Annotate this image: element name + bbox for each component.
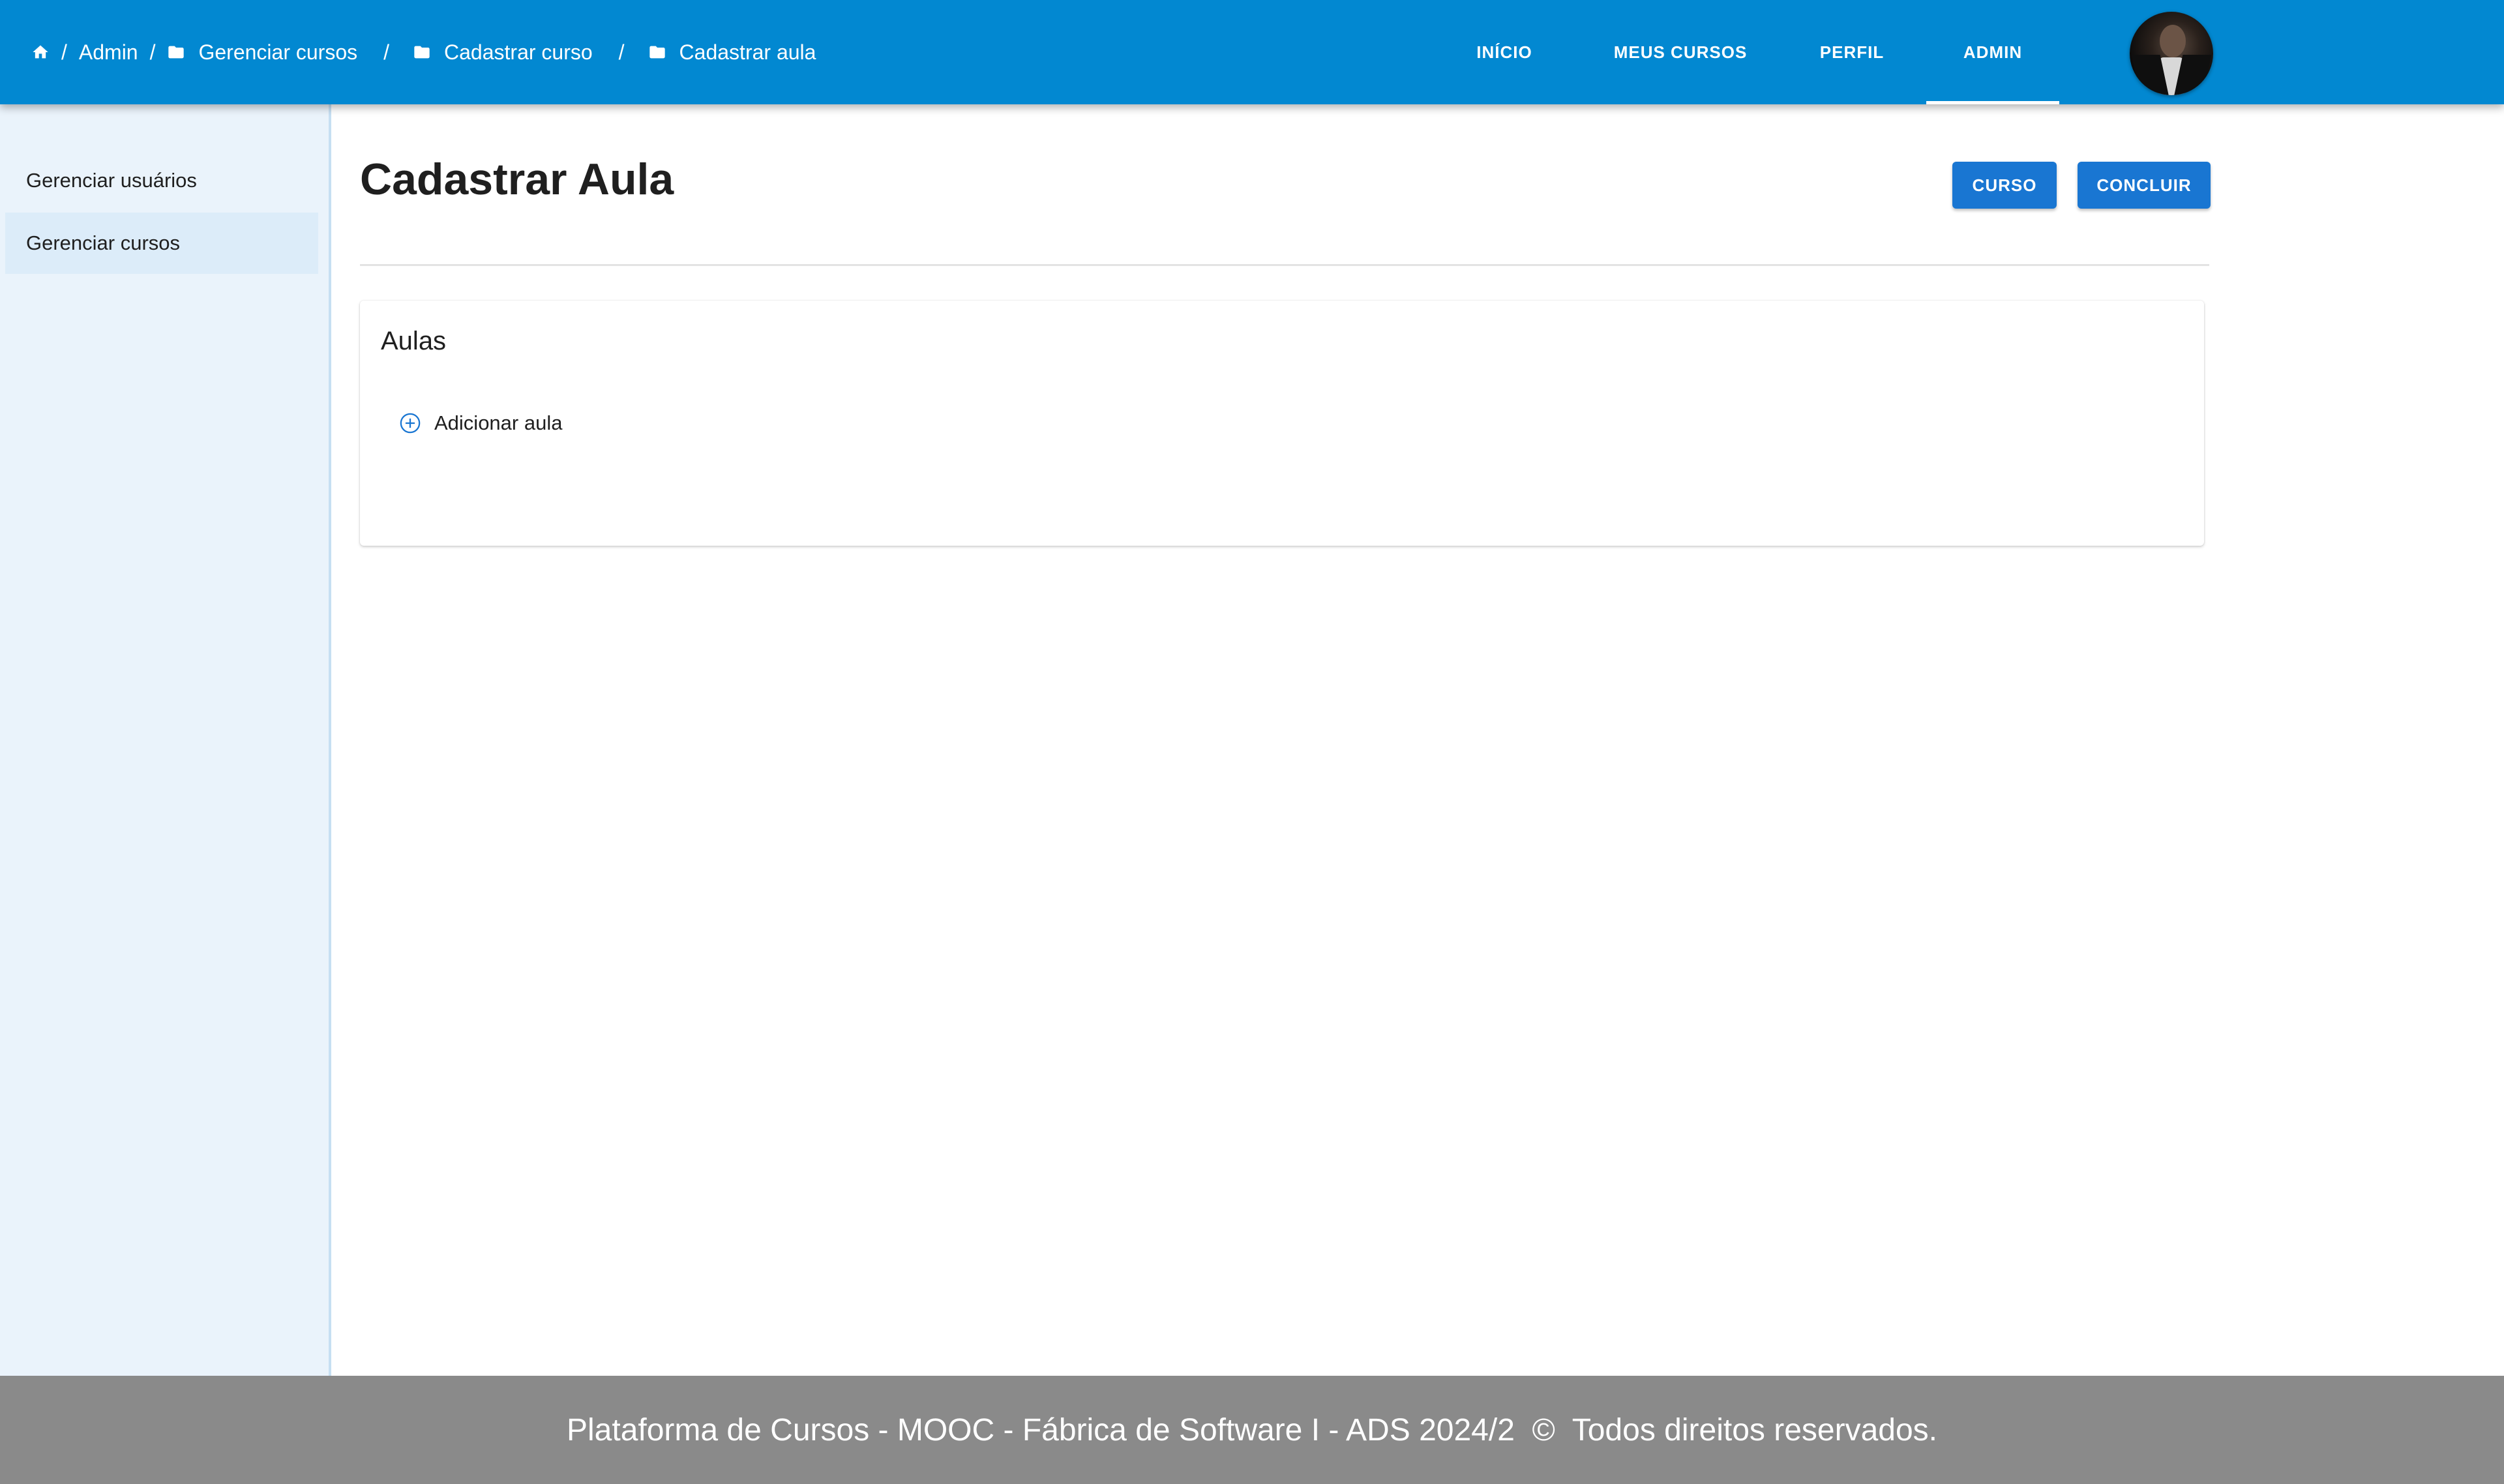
nav-tab-perfil[interactable]: PERFIL bbox=[1800, 0, 1904, 104]
breadcrumb-separator: / bbox=[61, 40, 67, 64]
lessons-card: Aulas Adicionar aula bbox=[360, 301, 2204, 546]
breadcrumb: / Admin / Gerenciar cursos / Cadastrar c… bbox=[31, 0, 816, 104]
breadcrumb-separator: / bbox=[618, 40, 625, 64]
breadcrumb-label: Gerenciar cursos bbox=[198, 40, 358, 64]
breadcrumb-label: Cadastrar aula bbox=[679, 40, 816, 64]
breadcrumb-separator: / bbox=[383, 40, 390, 64]
add-circle-icon bbox=[399, 412, 421, 434]
divider bbox=[360, 264, 2209, 266]
breadcrumb-item-gerenciar-cursos[interactable]: Gerenciar cursos bbox=[167, 40, 357, 65]
curso-button[interactable]: CURSO bbox=[1952, 162, 2057, 209]
home-icon[interactable] bbox=[31, 43, 50, 61]
nav-tab-meus-cursos[interactable]: MEUS CURSOS bbox=[1598, 0, 1763, 104]
footer: Plataforma de Cursos - MOOC - Fábrica de… bbox=[0, 1376, 2504, 1484]
breadcrumb-item-cadastrar-curso[interactable]: Cadastrar curso bbox=[413, 40, 593, 65]
breadcrumb-label: Admin bbox=[78, 40, 138, 64]
breadcrumb-label: Cadastrar curso bbox=[444, 40, 593, 64]
sidebar: Gerenciar usuários Gerenciar cursos bbox=[0, 104, 331, 1376]
concluir-button[interactable]: CONCLUIR bbox=[2078, 162, 2211, 209]
breadcrumb-item-cadastrar-aula[interactable]: Cadastrar aula bbox=[648, 40, 816, 65]
sidebar-item-gerenciar-cursos[interactable]: Gerenciar cursos bbox=[5, 213, 318, 274]
nav-tab-inicio[interactable]: INÍCIO bbox=[1450, 0, 1558, 104]
folder-icon bbox=[648, 43, 666, 61]
sidebar-item-gerenciar-usuarios[interactable]: Gerenciar usuários bbox=[5, 150, 318, 211]
folder-icon bbox=[167, 43, 185, 61]
footer-text: Plataforma de Cursos - MOOC - Fábrica de… bbox=[566, 1412, 1937, 1447]
page-title: Cadastrar Aula bbox=[360, 155, 674, 204]
nav-tab-admin[interactable]: ADMIN bbox=[1926, 0, 2059, 104]
breadcrumb-item-admin[interactable]: Admin bbox=[79, 40, 138, 65]
breadcrumb-separator: / bbox=[149, 40, 156, 64]
avatar[interactable] bbox=[2130, 12, 2213, 95]
add-lesson-button[interactable]: Adicionar aula bbox=[399, 411, 562, 435]
add-lesson-label: Adicionar aula bbox=[434, 411, 563, 434]
card-title: Aulas bbox=[381, 327, 447, 355]
app-bar: / Admin / Gerenciar cursos / Cadastrar c… bbox=[0, 0, 2504, 104]
folder-icon bbox=[413, 43, 431, 61]
